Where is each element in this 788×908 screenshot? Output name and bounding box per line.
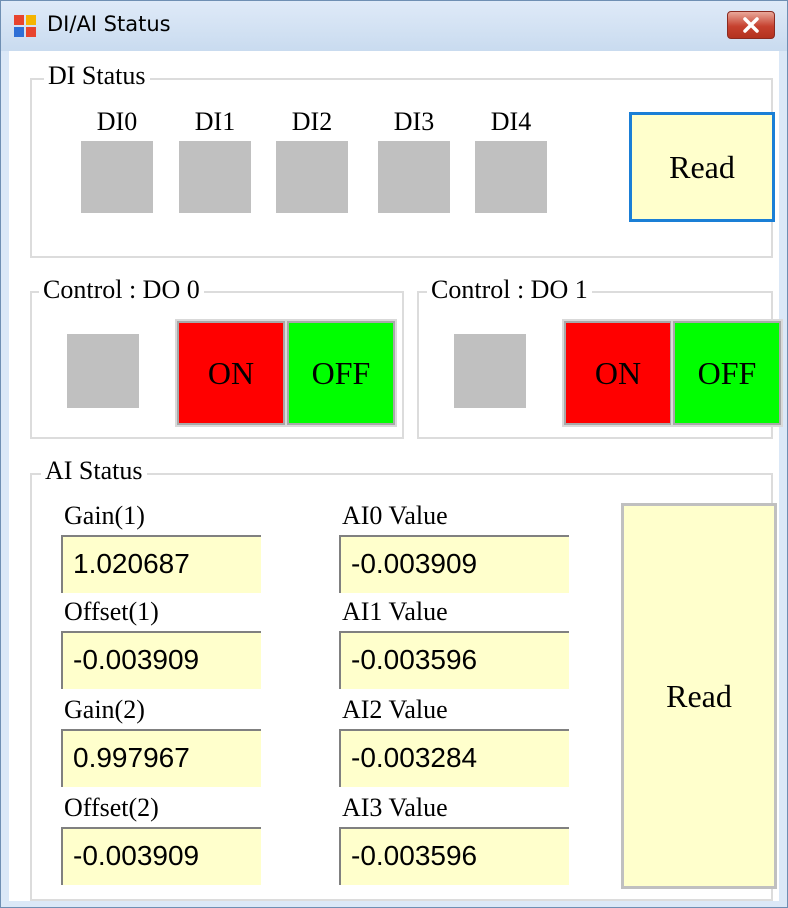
di0-indicator: [81, 141, 153, 213]
ai3-value-label: AI3 Value: [342, 793, 448, 822]
di0-label: DI0: [96, 107, 138, 136]
do0-indicator: [67, 334, 139, 408]
di1-label: DI1: [194, 107, 236, 136]
gain2-field[interactable]: 0.997967: [61, 729, 261, 787]
close-button[interactable]: [727, 11, 775, 39]
di1-indicator: [179, 141, 251, 213]
di3-label: DI3: [393, 107, 435, 136]
di-read-button[interactable]: Read: [629, 112, 775, 222]
close-icon: [743, 17, 759, 33]
offset2-label: Offset(2): [64, 793, 159, 822]
title-bar[interactable]: DI/AI Status: [1, 1, 787, 51]
offset2-field[interactable]: -0.003909: [61, 827, 261, 885]
ai0-value-label: AI0 Value: [342, 501, 448, 530]
ai1-value-field[interactable]: -0.003596: [339, 631, 569, 689]
ai3-value-field[interactable]: -0.003596: [339, 827, 569, 885]
offset1-field[interactable]: -0.003909: [61, 631, 261, 689]
ai-read-button[interactable]: Read: [621, 503, 777, 889]
gain2-label: Gain(2): [64, 695, 145, 724]
app-icon: [14, 15, 36, 37]
do1-off-button[interactable]: OFF: [671, 319, 783, 427]
ai2-value-label: AI2 Value: [342, 695, 448, 724]
di-status-legend: DI Status: [44, 61, 150, 91]
ai0-value-field[interactable]: -0.003909: [339, 535, 569, 593]
gain1-field[interactable]: 1.020687: [61, 535, 261, 593]
do1-control-legend: Control : DO 1: [427, 275, 592, 305]
do1-on-button[interactable]: ON: [562, 319, 674, 427]
di3-indicator: [378, 141, 450, 213]
do0-on-button[interactable]: ON: [175, 319, 287, 427]
di4-indicator: [475, 141, 547, 213]
window-title: DI/AI Status: [47, 12, 171, 36]
do0-control-legend: Control : DO 0: [39, 275, 204, 305]
do0-off-button[interactable]: OFF: [285, 319, 397, 427]
dialog-window: DI/AI Status DI Status DI0 DI1 DI2 DI3 D…: [0, 0, 788, 908]
gain1-label: Gain(1): [64, 501, 145, 530]
ai-status-legend: AI Status: [41, 456, 147, 486]
dialog-client-area: DI Status DI0 DI1 DI2 DI3 DI4 Read Contr…: [9, 51, 783, 901]
do1-indicator: [454, 334, 526, 408]
ai2-value-field[interactable]: -0.003284: [339, 729, 569, 787]
di2-indicator: [276, 141, 348, 213]
di2-label: DI2: [291, 107, 333, 136]
ai1-value-label: AI1 Value: [342, 597, 448, 626]
di4-label: DI4: [490, 107, 532, 136]
offset1-label: Offset(1): [64, 597, 159, 626]
